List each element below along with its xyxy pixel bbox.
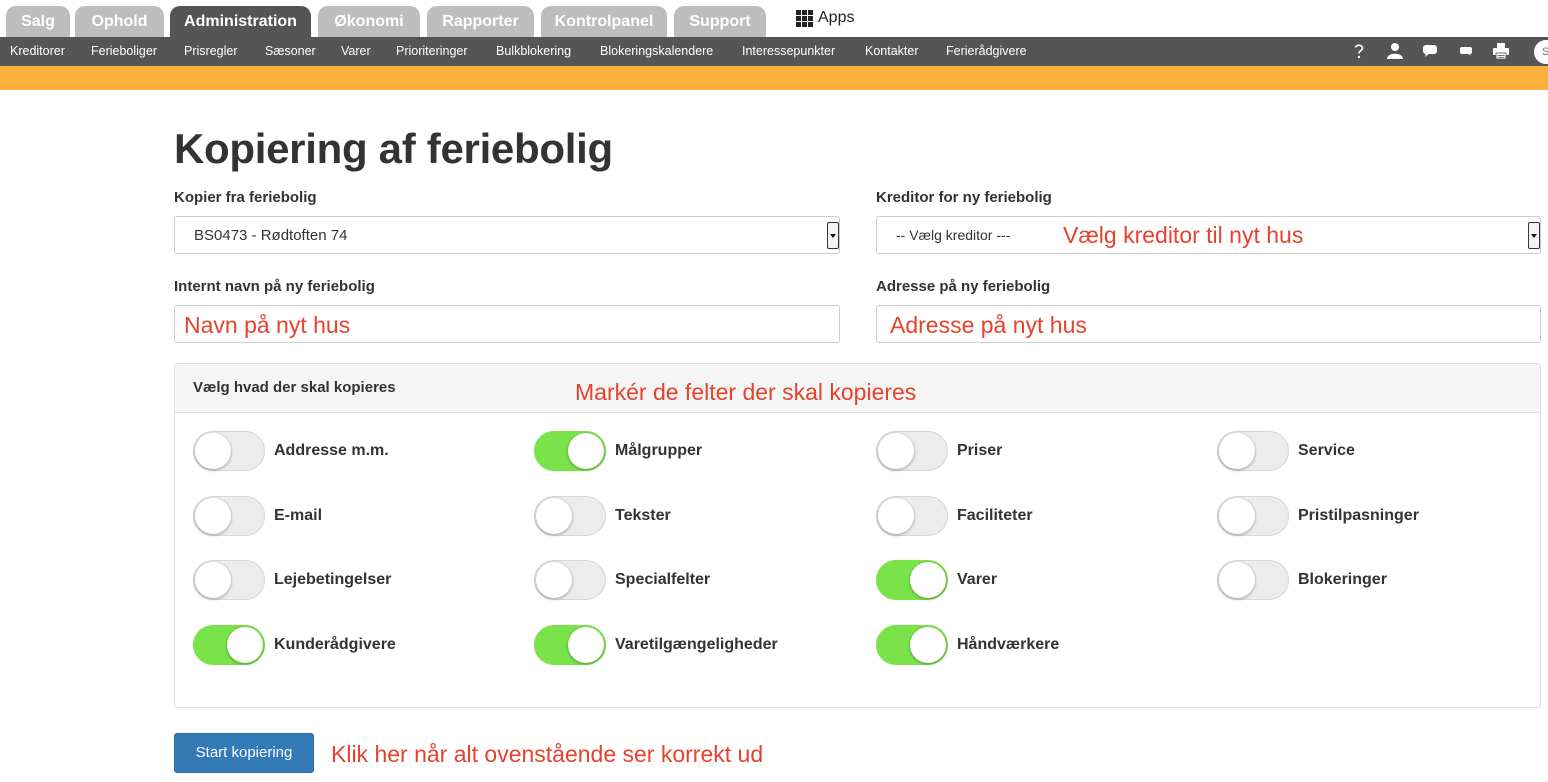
- copy-from-label: Kopier fra feriebolig: [174, 189, 317, 206]
- toggle-switch[interactable]: [876, 431, 948, 471]
- internal-name-label: Internt navn på ny feriebolig: [174, 278, 375, 295]
- toggle-knob: [195, 562, 231, 598]
- toggle-switch[interactable]: [876, 496, 948, 536]
- toggle-label: Lejebetingelser: [274, 571, 392, 588]
- dropdown-arrow-icon: [1528, 222, 1540, 249]
- toggle-label: Priser: [957, 442, 1003, 459]
- toggle-knob: [1219, 498, 1255, 534]
- toggle-knob: [536, 562, 572, 598]
- dropdown-arrow-icon: [827, 222, 839, 249]
- creditor-value: -- Vælg kreditor ---: [896, 227, 1011, 243]
- subnav-kreditorer[interactable]: Kreditorer: [10, 37, 65, 66]
- toggle-knob: [568, 627, 604, 663]
- subnav-varer[interactable]: Varer: [341, 37, 371, 66]
- copy-options-panel: Vælg hvad der skal kopieres: [174, 363, 1541, 708]
- creditor-annotation: Vælg kreditor til nyt hus: [1063, 222, 1304, 248]
- toggle-switch[interactable]: [1217, 431, 1289, 471]
- toggle-label: Addresse m.m.: [274, 442, 389, 459]
- help-icon[interactable]: [1349, 41, 1369, 61]
- printer-icon[interactable]: [1491, 41, 1511, 61]
- name-annotation: Navn på nyt hus: [184, 312, 351, 338]
- tab-ophold[interactable]: Ophold: [75, 6, 164, 37]
- fields-annotation: Markér de felter der skal kopieres: [575, 379, 917, 405]
- grid-icon: [796, 9, 813, 27]
- tab-administration[interactable]: Administration: [170, 6, 311, 37]
- tab-salg[interactable]: Salg: [6, 6, 70, 37]
- panel-title: Vælg hvad der skal kopieres: [193, 379, 396, 396]
- toggle-knob: [536, 498, 572, 534]
- toggle-label: Faciliteter: [957, 507, 1033, 524]
- toggle-switch[interactable]: [193, 625, 265, 665]
- toggle-switch[interactable]: [193, 560, 265, 600]
- toggle-label: Pristilpasninger: [1298, 507, 1419, 524]
- message-icon[interactable]: [1456, 41, 1476, 61]
- toggle-label: Målgrupper: [615, 442, 703, 459]
- tab-okonomi[interactable]: Økonomi: [318, 6, 420, 37]
- copy-from-select[interactable]: BS0473 - Rødtoften 74: [174, 216, 840, 254]
- toggle-knob: [195, 498, 231, 534]
- subnav-kontakter[interactable]: Kontakter: [865, 37, 919, 66]
- toggle-label: Blokeringer: [1298, 571, 1387, 588]
- creditor-label: Kreditor for ny feriebolig: [876, 189, 1052, 206]
- subnav-interessepunkter[interactable]: Interessepunkter: [742, 37, 835, 66]
- toggle-knob: [568, 433, 604, 469]
- toggle-label: Service: [1298, 442, 1355, 459]
- tab-rapporter[interactable]: Rapporter: [427, 6, 534, 37]
- top-tab-bar: Salg Ophold Administration Økonomi Rappo…: [0, 0, 1548, 37]
- subnav-bulkblokering[interactable]: Bulkblokering: [496, 37, 571, 66]
- toggle-switch[interactable]: [193, 496, 265, 536]
- toggle-switch[interactable]: [534, 625, 606, 665]
- toggle-label: Håndværkere: [957, 636, 1060, 653]
- toggle-switch[interactable]: [534, 496, 606, 536]
- toggle-switch[interactable]: [193, 431, 265, 471]
- toggle-knob: [227, 627, 263, 663]
- toggle-knob: [878, 498, 914, 534]
- toggle-label: Varer: [957, 571, 998, 588]
- tab-support[interactable]: Support: [674, 6, 766, 37]
- toggle-knob: [910, 562, 946, 598]
- address-label: Adresse på ny feriebolig: [876, 278, 1051, 295]
- copy-from-value: BS0473 - Rødtoften 74: [194, 227, 348, 244]
- chat-icon[interactable]: [1420, 41, 1440, 61]
- toggle-label: Tekster: [615, 507, 671, 524]
- toggle-switch[interactable]: [534, 560, 606, 600]
- user-icon[interactable]: [1385, 41, 1405, 61]
- toggle-knob: [910, 627, 946, 663]
- toggle-label: E-mail: [274, 507, 323, 524]
- toggle-knob: [195, 433, 231, 469]
- toggle-knob: [1219, 562, 1255, 598]
- subnav-saesoner[interactable]: Sæsoner: [265, 37, 316, 66]
- toggle-switch[interactable]: [1217, 560, 1289, 600]
- toggle-knob: [1219, 433, 1255, 469]
- start-annotation: Klik her når alt ovenstående ser korrekt…: [331, 741, 764, 767]
- toggle-label: Kunderådgivere: [274, 636, 396, 653]
- apps-label: Apps: [818, 9, 855, 26]
- toggle-knob: [878, 433, 914, 469]
- toggle-switch[interactable]: [1217, 496, 1289, 536]
- subnav-prioriteringer[interactable]: Prioriteringer: [396, 37, 468, 66]
- toggle-switch[interactable]: [876, 560, 948, 600]
- subnav-prisregler[interactable]: Prisregler: [184, 37, 238, 66]
- toggle-label: Specialfelter: [615, 571, 711, 588]
- toggle-label: Varetilgængeligheder: [615, 636, 778, 653]
- page-title: Kopiering af feriebolig: [174, 125, 613, 172]
- toggle-switch[interactable]: [534, 431, 606, 471]
- start-copy-button[interactable]: Start kopiering: [174, 733, 314, 773]
- subnav-ferieradgivere[interactable]: Ferierådgivere: [946, 37, 1027, 66]
- sub-navigation: Kreditorer Ferieboliger Prisregler Sæson…: [0, 37, 1548, 66]
- apps-menu[interactable]: Apps: [796, 9, 854, 27]
- toggle-switch[interactable]: [876, 625, 948, 665]
- subnav-blokeringskalendere[interactable]: Blokeringskalendere: [600, 37, 713, 66]
- address-annotation: Adresse på nyt hus: [890, 312, 1087, 338]
- accent-bar: [0, 66, 1548, 90]
- tab-kontrolpanel[interactable]: Kontrolpanel: [541, 6, 667, 37]
- subnav-ferieboliger[interactable]: Ferieboliger: [91, 37, 157, 66]
